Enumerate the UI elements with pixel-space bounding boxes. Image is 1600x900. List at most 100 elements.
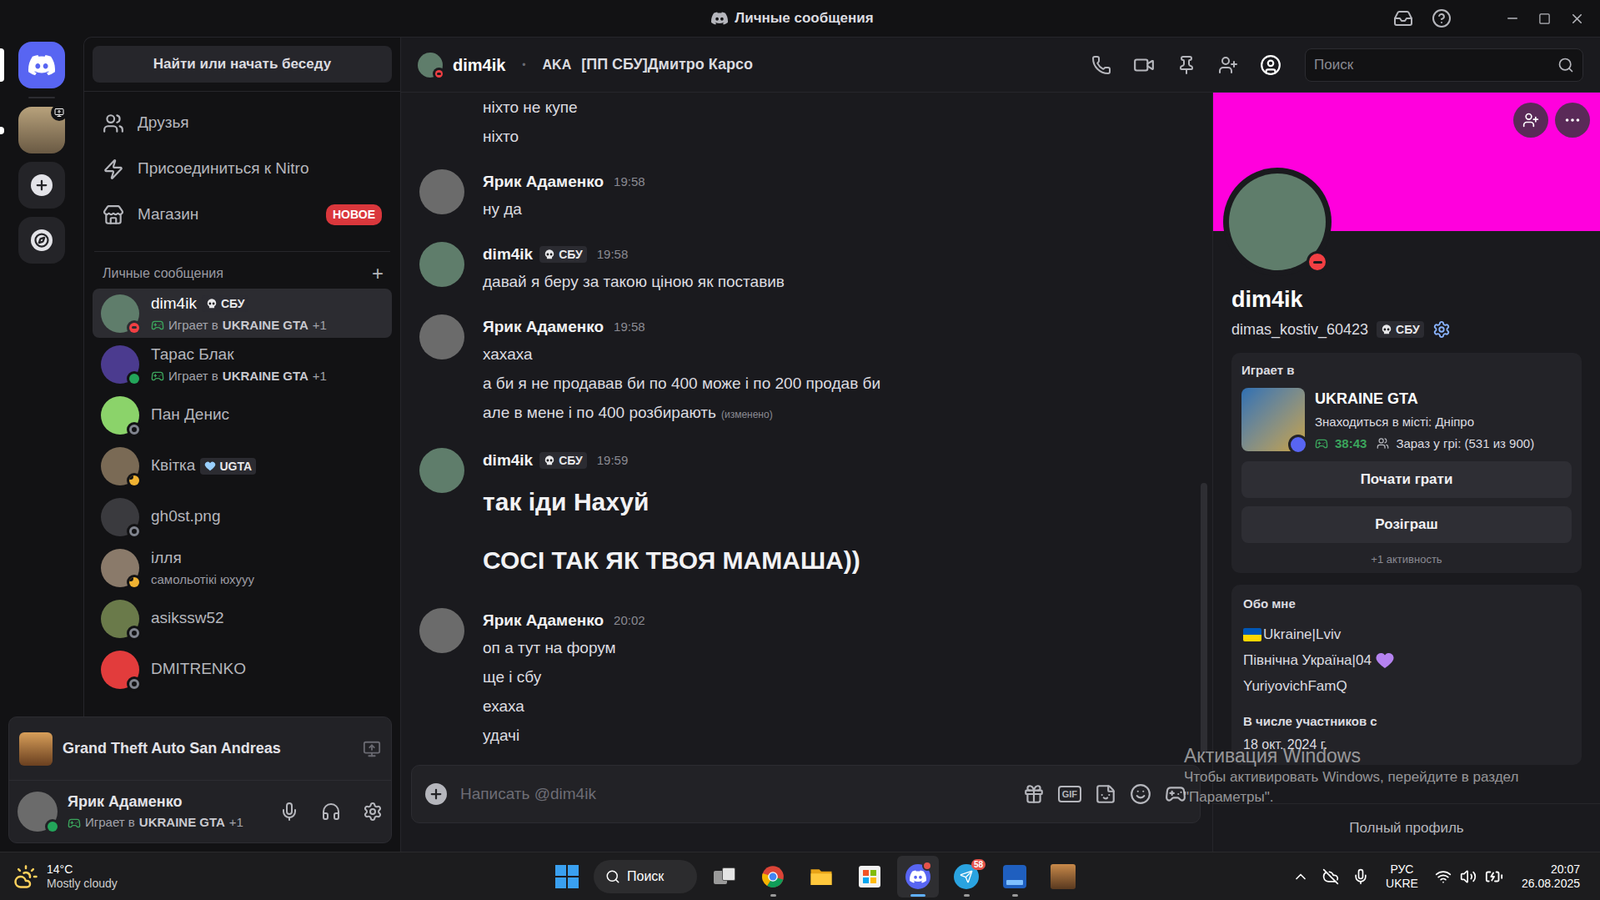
pin-icon[interactable]	[1176, 55, 1197, 76]
maximize-icon[interactable]	[1538, 12, 1551, 26]
headphones-icon[interactable]	[321, 801, 342, 822]
video-call-icon[interactable]	[1133, 54, 1155, 76]
game-icon	[1050, 863, 1076, 889]
find-conversation-button[interactable]: Найти или начать беседу	[92, 45, 392, 83]
search-field[interactable]: Поиск	[1304, 48, 1584, 82]
message-avatar[interactable]	[419, 314, 465, 360]
emoji-icon[interactable]	[1129, 782, 1152, 805]
attach-button[interactable]	[425, 782, 447, 805]
microphone-icon[interactable]	[279, 801, 300, 822]
dm-item[interactable]: dim4ikСБУИграет вUKRAINE GTA+1	[92, 288, 392, 338]
status-indicator	[45, 818, 61, 834]
message-author[interactable]: dim4ik	[482, 242, 533, 267]
dm-item[interactable]: КвіткаUGTA	[92, 441, 392, 491]
skull-icon	[543, 248, 556, 261]
message-group: Ярик Адаменко20:02оп а тут на форумще і …	[401, 607, 1213, 750]
alias: [ПП СБУ]Дмитро Карсо	[581, 53, 753, 76]
add-friend-button[interactable]	[1513, 102, 1549, 138]
user-name: Ярик Адаменко	[67, 790, 270, 813]
selected-indicator	[0, 48, 5, 82]
rail-item[interactable]	[0, 216, 84, 264]
scrollbar-thumb[interactable]	[1200, 482, 1208, 753]
full-profile-link[interactable]: Полный профиль	[1213, 802, 1600, 852]
message-author[interactable]: Ярик Адаменко	[482, 608, 604, 633]
add-friend-icon[interactable]	[1218, 55, 1239, 76]
message-avatar[interactable]	[419, 607, 465, 653]
taskbar-search[interactable]: Поиск	[593, 859, 698, 893]
discover-button[interactable]	[18, 216, 66, 264]
minimize-icon[interactable]	[1504, 10, 1520, 26]
onedrive-icon[interactable]	[1322, 867, 1340, 885]
message-avatar[interactable]	[419, 447, 465, 493]
help-icon[interactable]	[1431, 8, 1452, 29]
call-icon[interactable]	[1091, 55, 1112, 76]
message-author[interactable]: dim4ik	[482, 448, 533, 473]
dm-item[interactable]: іллясамольотікі юхууу	[92, 542, 392, 592]
language-indicator[interactable]: РУСUKRE	[1382, 862, 1422, 891]
nitro-icon	[102, 158, 125, 181]
dm-item[interactable]: Тарас БлакИграет вUKRAINE GTA+1	[92, 339, 392, 389]
more-button[interactable]	[1554, 102, 1590, 138]
message-group: Ярик Адаменко19:58ну да	[401, 169, 1213, 224]
rail-item[interactable]	[0, 161, 84, 209]
nav-item[interactable]: МагазинНОВОЕ	[92, 191, 392, 238]
tag-badge: СБУ	[201, 295, 250, 312]
message-line: а би я не продавав би по 400 може і по 2…	[482, 368, 1194, 398]
taskbar-app[interactable]	[752, 855, 794, 898]
taskbar-app[interactable]	[800, 855, 843, 898]
header-avatar	[417, 52, 443, 78]
dm-item[interactable]: gh0st.png	[92, 491, 392, 542]
taskbar-app[interactable]	[703, 855, 746, 898]
tray-overflow-icon[interactable]	[1292, 867, 1310, 885]
message-avatar[interactable]	[419, 169, 465, 215]
count-badge: 58	[971, 858, 986, 870]
server-icon[interactable]	[18, 106, 66, 154]
microphone-tray-icon[interactable]	[1352, 867, 1370, 885]
nav-item[interactable]: Друзья	[92, 100, 392, 146]
clock[interactable]: 20:0726.08.2025	[1516, 862, 1580, 891]
activity-button[interactable]: Почати грати	[1241, 461, 1572, 498]
volume-icon[interactable]	[1459, 867, 1477, 885]
message-avatar[interactable]	[419, 241, 465, 287]
dm-name: DMITRENKO	[150, 657, 246, 682]
home-button[interactable]	[18, 41, 66, 89]
stream-icon[interactable]	[362, 739, 382, 758]
message-author[interactable]: Ярик Адаменко	[482, 170, 604, 195]
gift-icon[interactable]	[1023, 782, 1045, 805]
taskbar-app[interactable]	[897, 855, 939, 898]
rail-item[interactable]	[0, 106, 84, 154]
gif-button[interactable]: GIF	[1058, 785, 1082, 803]
activity-button[interactable]: Розіграш	[1241, 506, 1572, 543]
taskbar: 14°CMostly cloudy Поиск 58 РУСUKRE 20:0726.0…	[0, 851, 1600, 900]
taskbar-app[interactable]	[993, 855, 1036, 898]
about-line: YuriyovichFamQ	[1243, 674, 1570, 698]
taskbar-app[interactable]	[1042, 855, 1084, 898]
user-avatar[interactable]	[17, 791, 58, 832]
dm-item[interactable]: DMITRENKO	[92, 644, 392, 694]
taskbar-app[interactable]	[848, 855, 891, 898]
new-badge: НОВОЕ	[326, 204, 382, 226]
close-icon[interactable]	[1569, 10, 1585, 27]
profile-avatar[interactable]	[1223, 167, 1332, 276]
dm-item[interactable]: asikssw52	[92, 593, 392, 643]
rail-item[interactable]	[0, 41, 84, 89]
more-activity[interactable]: +1 активность	[1241, 551, 1572, 568]
add-server-button[interactable]	[18, 161, 66, 209]
weather-widget[interactable]: 14°CMostly cloudy	[13, 862, 264, 891]
message-input[interactable]: Написать @dim4ikGIF	[411, 764, 1201, 823]
activity-panel[interactable]: Grand Theft Auto San Andreas	[9, 717, 392, 781]
inbox-icon[interactable]	[1393, 8, 1414, 29]
profile-toggle-icon[interactable]	[1259, 54, 1282, 76]
new-dm-button[interactable]: +	[371, 265, 391, 282]
dm-item[interactable]: Пан Денис	[92, 390, 392, 440]
dm-name: gh0st.png	[150, 504, 221, 529]
battery-icon[interactable]	[1484, 867, 1504, 886]
activities-icon[interactable]	[1164, 782, 1187, 805]
taskbar-app[interactable]: 58	[945, 855, 988, 898]
sticker-icon[interactable]	[1094, 782, 1117, 805]
settings-icon[interactable]	[362, 801, 383, 822]
message-author[interactable]: Ярик Адаменко	[482, 315, 604, 340]
wifi-icon[interactable]	[1434, 867, 1452, 885]
nav-item[interactable]: Присоединиться к Nitro	[92, 145, 392, 192]
start-button[interactable]	[546, 856, 587, 897]
